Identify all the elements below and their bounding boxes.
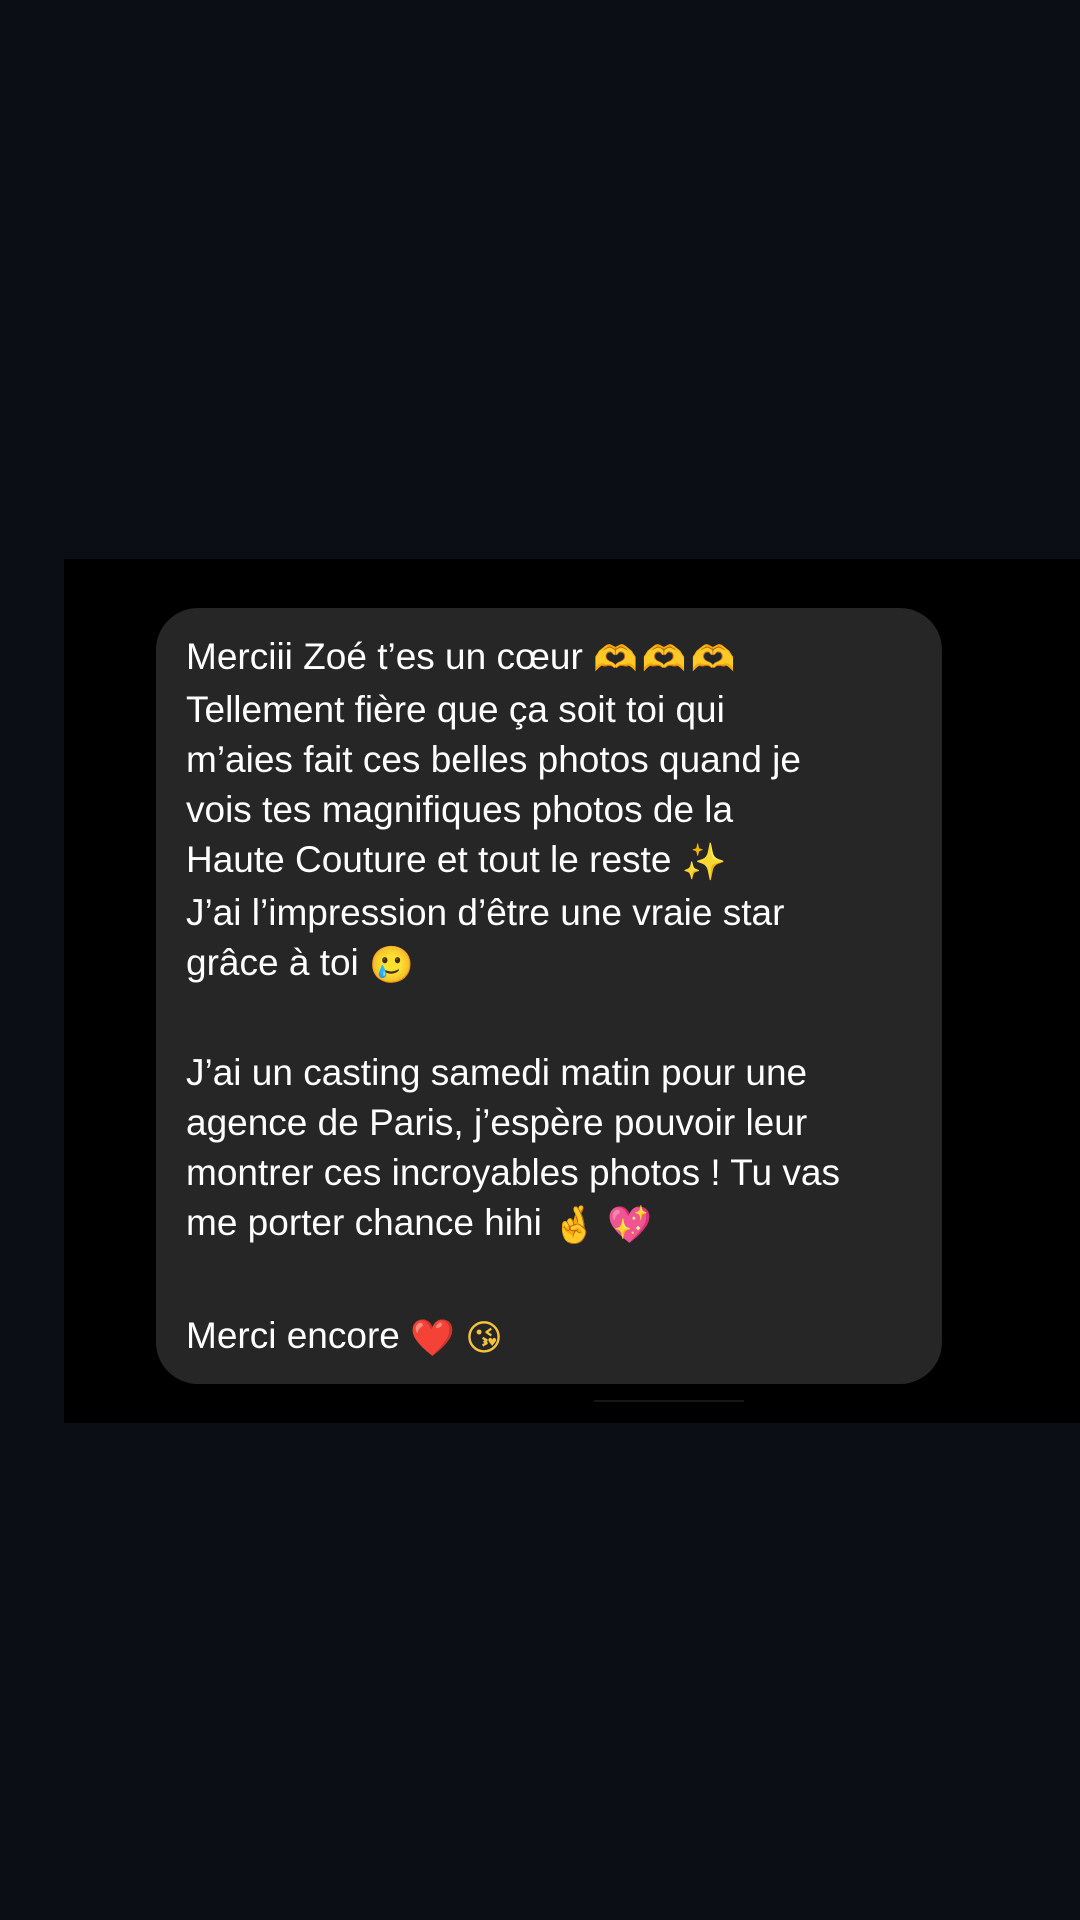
message-screenshot: Merciii Zoé t’es un cœur 🫶🫶🫶 Tellement f… bbox=[64, 559, 1080, 1423]
message-text: grâce à toi bbox=[186, 942, 359, 983]
message-text: me porter chance hihi bbox=[186, 1202, 542, 1243]
smiling-tear-emoji-icon: 🥲 bbox=[369, 945, 414, 986]
message-line: agence de Paris, j’espère pouvoir leur bbox=[186, 1102, 808, 1143]
message-line: J’ai l’impression d’être une vraie star bbox=[186, 892, 785, 933]
sparkles-emoji-icon: ✨ bbox=[681, 842, 727, 883]
sparkling-heart-emoji-icon: 💖 bbox=[607, 1205, 653, 1246]
message-line: Merci encore ❤️ 😘 bbox=[186, 1311, 912, 1364]
message-paragraph-3: Merci encore ❤️ 😘 bbox=[186, 1311, 912, 1364]
message-line: grâce à toi 🥲 bbox=[186, 938, 912, 991]
message-line: Tellement fière que ça soit toi qui bbox=[186, 689, 725, 730]
bubble-bottom-shadow bbox=[594, 1400, 744, 1402]
message-line: me porter chance hihi 🤞 💖 bbox=[186, 1198, 912, 1251]
kiss-face-emoji-icon: 😘 bbox=[465, 1318, 503, 1359]
message-bubble: Merciii Zoé t’es un cœur 🫶🫶🫶 Tellement f… bbox=[156, 608, 942, 1384]
message-line: J’ai un casting samedi matin pour une bbox=[186, 1052, 808, 1093]
message-line: Haute Couture et tout le reste ✨ bbox=[186, 835, 912, 888]
red-heart-emoji-icon: ❤️ bbox=[410, 1318, 455, 1359]
story-background: Merciii Zoé t’es un cœur 🫶🫶🫶 Tellement f… bbox=[0, 0, 1080, 1920]
heart-hands-emoji-icon: 🫶🫶🫶 bbox=[593, 639, 740, 680]
message-text: Merci encore bbox=[186, 1315, 400, 1356]
crossed-fingers-emoji-icon: 🤞 bbox=[552, 1205, 597, 1246]
message-text: Haute Couture et tout le reste bbox=[186, 839, 672, 880]
message-line: Merciii Zoé t’es un cœur 🫶🫶🫶 bbox=[186, 632, 912, 685]
message-text: Merciii Zoé t’es un cœur bbox=[186, 636, 583, 677]
message-line: montrer ces incroyables photos ! Tu vas bbox=[186, 1152, 840, 1193]
message-line: m’aies fait ces belles photos quand je bbox=[186, 739, 801, 780]
message-paragraph-2: J’ai un casting samedi matin pour une ag… bbox=[186, 1048, 912, 1251]
message-line: vois tes magnifiques photos de la bbox=[186, 789, 734, 830]
message-paragraph-1: Merciii Zoé t’es un cœur 🫶🫶🫶 Tellement f… bbox=[186, 632, 912, 991]
